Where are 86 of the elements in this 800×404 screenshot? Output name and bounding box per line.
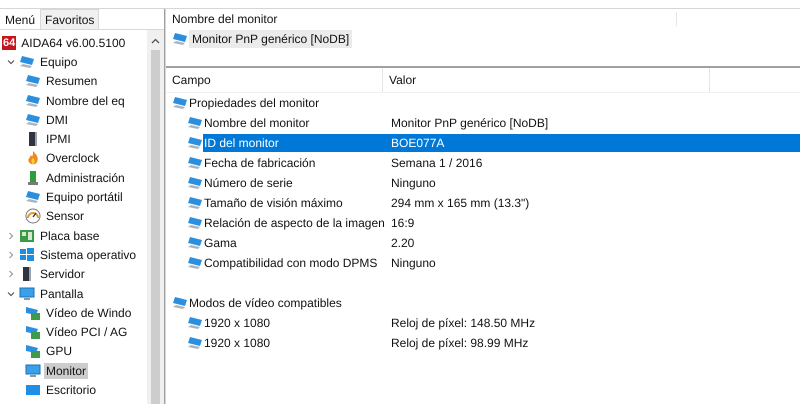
- field-cell-text: 1920 x 1080: [203, 316, 272, 330]
- tree-item[interactable]: Overclock: [44, 150, 102, 166]
- value-cell: 294 mm x 165 mm (13.3"): [390, 196, 530, 210]
- tower-icon: [25, 170, 41, 186]
- tree-item[interactable]: Equipo: [38, 54, 80, 70]
- value-cell: Reloj de píxel: 148.50 MHz: [390, 316, 536, 330]
- table-row[interactable]: ID del monitor BOE077A: [203, 134, 800, 152]
- monitor-icon: [25, 92, 41, 109]
- windows-icon: [19, 246, 35, 263]
- table-row[interactable]: Relación de aspecto de la imagen 16:9: [203, 214, 800, 232]
- device-item[interactable]: Monitor PnP genérico [NoDB]: [189, 30, 352, 48]
- tree-item[interactable]: Placa base: [38, 228, 102, 244]
- table-row[interactable]: Nombre del monitor Monitor PnP genérico [NoDB]: [203, 114, 800, 132]
- group-heading: Modos de vídeo compatibles: [189, 296, 342, 310]
- monitor-icon: [25, 112, 41, 128]
- field-cell-text: Número de serie: [203, 176, 294, 190]
- table-row[interactable]: 1920 x 1080 Reloj de píxel: 98.99 MHz: [203, 334, 800, 352]
- tree-item[interactable]: Equipo portátil: [44, 189, 125, 206]
- table-row[interactable]: Tamaño de visión máximo 294 mm x 165 mm (13.3"): [203, 194, 800, 212]
- monitor-icon: [19, 286, 35, 302]
- field-cell-text: Nombre del monitor: [203, 116, 310, 130]
- scroll-up-icon[interactable]: [151, 38, 160, 44]
- value-cell: Ninguno: [390, 256, 436, 270]
- monitor-icon: [187, 335, 203, 351]
- video-card-icon: [25, 343, 41, 360]
- tree-item[interactable]: IPMI: [44, 131, 73, 148]
- monitor-icon: [172, 295, 188, 311]
- monitor-icon: [25, 362, 41, 379]
- app-logo: 64: [2, 36, 16, 50]
- monitor-icon: [187, 235, 203, 251]
- field-cell-text: 1920 x 1080: [203, 336, 272, 350]
- monitor-icon: [187, 255, 203, 271]
- field-cell-text: Compatibilidad con modo DPMS: [203, 256, 378, 270]
- monitor-icon: [172, 95, 188, 111]
- monitor-icon: [172, 31, 188, 47]
- tree-item[interactable]: Sistema operativo: [38, 246, 138, 263]
- column-header[interactable]: Valor: [383, 68, 710, 92]
- table-row[interactable]: Gama 2.20: [203, 234, 800, 252]
- field-cell-text: Relación de aspecto de la imagen: [203, 216, 386, 230]
- table-row[interactable]: Compatibilidad con modo DPMS Ninguno: [203, 254, 800, 272]
- circuit-board-icon: [19, 228, 35, 244]
- column-header[interactable]: Nombre del monitor: [166, 12, 677, 26]
- field-cell-text: Tamaño de visión máximo: [203, 196, 344, 210]
- scrollbar[interactable]: [147, 30, 164, 404]
- monitor-icon: [25, 189, 41, 206]
- monitor-icon: [25, 73, 41, 90]
- tree-item[interactable]: Administración: [44, 170, 127, 186]
- tree-item[interactable]: Vídeo de Windo: [44, 304, 134, 321]
- monitor-icon: [19, 54, 35, 70]
- value-cell: Ninguno: [390, 176, 436, 190]
- monitor-icon: [187, 215, 203, 231]
- tree-item[interactable]: AIDA64 v6.00.5100: [19, 34, 128, 51]
- value-cell: Reloj de píxel: 98.99 MHz: [390, 336, 528, 350]
- field-cell-text: ID del monitor: [203, 136, 280, 150]
- value-cell: Semana 1 / 2016: [390, 156, 482, 170]
- value-cell: BOE077A: [390, 136, 444, 150]
- monitor-icon: [187, 175, 203, 191]
- value-cell: 16:9: [390, 216, 414, 230]
- value-cell: Monitor PnP genérico [NoDB]: [390, 116, 548, 130]
- value-cell: 2.20: [390, 236, 414, 250]
- group-heading: Propiedades del monitor: [189, 96, 320, 110]
- tree-item[interactable]: Escritorio: [44, 382, 98, 398]
- monitor-icon: [187, 195, 203, 211]
- monitor-icon: [187, 115, 203, 131]
- field-cell-text: Gama: [203, 236, 238, 250]
- monitor-icon: [187, 155, 203, 171]
- video-card-icon: [25, 324, 41, 340]
- column-header[interactable]: Campo: [166, 68, 383, 92]
- gauge-icon: [25, 208, 41, 224]
- tree-item[interactable]: Vídeo PCI / AG: [44, 324, 130, 340]
- table-row[interactable]: Número de serie Ninguno: [203, 174, 800, 192]
- tree-item[interactable]: Sensor: [44, 208, 86, 224]
- tab[interactable]: Favoritos: [40, 9, 100, 30]
- video-card-icon: [25, 304, 41, 321]
- tree-item[interactable]: Resumen: [44, 73, 100, 90]
- monitor-icon: [187, 135, 203, 151]
- field-cell-text: Fecha de fabricación: [203, 156, 316, 170]
- tree-item[interactable]: Pantalla: [38, 286, 86, 302]
- table-row[interactable]: 1920 x 1080 Reloj de píxel: 148.50 MHz: [203, 314, 800, 332]
- tree-item[interactable]: GPU: [44, 343, 74, 360]
- monitor-icon: [187, 315, 203, 331]
- tree-item[interactable]: DMI: [44, 112, 70, 128]
- tree-item[interactable]: Nombre del eq: [44, 92, 127, 109]
- tree-item[interactable]: Servidor: [38, 266, 87, 282]
- tree-item[interactable]: Monitor: [44, 362, 88, 379]
- table-row[interactable]: Fecha de fabricación Semana 1 / 2016: [203, 154, 800, 172]
